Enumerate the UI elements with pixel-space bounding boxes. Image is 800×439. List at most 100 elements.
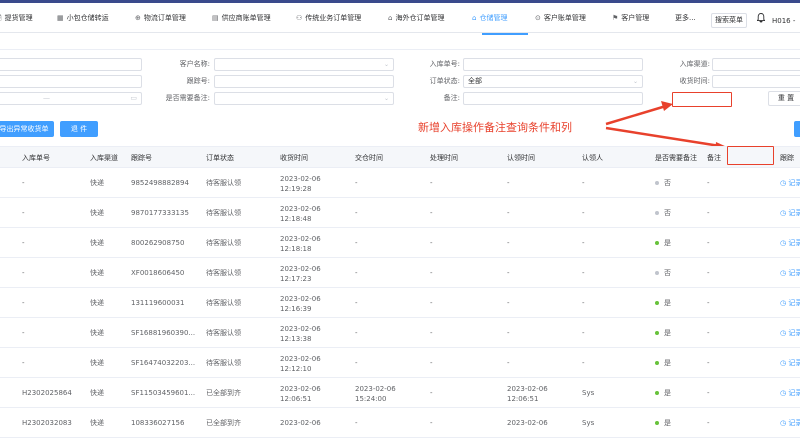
cell-inbound-no: -	[22, 209, 25, 217]
col-process-time[interactable]: 处理时间	[430, 147, 458, 169]
table-row[interactable]: - 快递 XF0018606450 待客服认领 2023-02-06 12:17:23 - -…	[0, 258, 800, 288]
inbound-no-label: 入库单号:	[429, 60, 460, 68]
cell-inbound-no: -	[22, 269, 25, 277]
status-dot-icon	[655, 241, 659, 245]
cell-process-time: -	[430, 209, 433, 217]
nav-item-customer-bills[interactable]: ⊙ 客户账单管理	[535, 3, 586, 33]
track-record-link[interactable]: ◷ 记录	[780, 348, 800, 378]
cell-need-remark: 是	[655, 288, 671, 318]
inbound-no-input[interactable]	[463, 58, 643, 71]
track-record-link[interactable]: ◷ 记录	[780, 378, 800, 408]
customer-name-label: 客户名称:	[179, 60, 210, 68]
cell-order-status: 已全部到齐	[206, 389, 241, 397]
track-record-label: 记录	[788, 209, 800, 217]
nav-item-pickup[interactable]: 🗎提货管理	[0, 3, 33, 33]
col-remark[interactable]: 备注	[707, 147, 721, 169]
order-status-select[interactable]: 全部 ⌄	[463, 75, 643, 88]
need-remark-text: 否	[664, 179, 671, 187]
user-menu[interactable]: H016 -	[772, 6, 795, 36]
need-remark-text: 是	[664, 389, 671, 397]
cell-inbound-channel: 快递	[90, 359, 104, 367]
cell-tracking-no: SF16881960390...	[131, 329, 196, 337]
nav-item-more[interactable]: 更多...	[675, 3, 696, 33]
cell-inbound-channel: 快递	[90, 209, 104, 217]
cell-tracking-no: 800262908750	[131, 239, 185, 247]
col-claim-time[interactable]: 认领时间	[507, 147, 535, 169]
track-record-link[interactable]: ◷ 记录	[780, 408, 800, 438]
track-record-link[interactable]: ◷ 记录	[780, 258, 800, 288]
cell-inbound-channel: 快递	[90, 269, 104, 277]
track-record-link[interactable]: ◷ 记录	[780, 168, 800, 198]
cell-receive-time-clock: 12:18:18	[280, 245, 312, 253]
org-chart-icon: ⚇	[296, 14, 303, 22]
col-inbound-channel[interactable]: 入库渠道	[90, 147, 118, 169]
return-button[interactable]: 退 件	[60, 121, 98, 137]
col-track[interactable]: 跟踪	[780, 147, 794, 169]
table-row[interactable]: - 快递 SF16474032203... 待客服认领 2023-02-06 12:12:…	[0, 348, 800, 378]
need-remark-select[interactable]: ⌄	[214, 92, 394, 105]
col-tracking-no[interactable]: 跟踪号	[131, 147, 152, 169]
cell-remark: -	[707, 389, 710, 397]
status-dot-icon	[655, 391, 659, 395]
nav-item-customers[interactable]: ⚑ 客户管理	[612, 3, 649, 33]
inbound-channel-select[interactable]	[712, 58, 800, 71]
status-dot-icon	[655, 301, 659, 305]
top-navbar: 🗎提货管理 ▦小包仓储转运 ⊕物流订单管理 ▤供应商账单管理 ⚇传统业务订单管理…	[0, 3, 800, 36]
cell-receive-time: 2023-02-06 12:17:23	[280, 264, 321, 284]
right-edge-button[interactable]	[794, 121, 800, 137]
col-inbound-no[interactable]: 入库单号	[22, 147, 50, 169]
cell-receive-time: 2023-02-06	[280, 419, 321, 427]
table-row[interactable]: - 快递 9852498882894 待客服认领 2023-02-06 12:19:28 -…	[0, 168, 800, 198]
track-record-link[interactable]: ◷ 记录	[780, 318, 800, 348]
cell-remark: -	[707, 239, 710, 247]
cell-need-remark: 否	[655, 258, 671, 288]
export-abnormal-button[interactable]: 导出异常收货单	[0, 121, 54, 137]
col-need-remark[interactable]: 是否需要备注	[655, 147, 697, 169]
cell-receive-time-date: 2023-02-06	[280, 175, 321, 183]
remark-input[interactable]	[463, 92, 643, 105]
nav-item-supplier-bills[interactable]: ▤ 供应商账单管理	[212, 3, 271, 33]
cell-claimer: Sys	[582, 419, 595, 427]
order-status-label: 订单状态:	[429, 77, 460, 85]
cell-receive-time-date: 2023-02-06	[280, 235, 321, 243]
cell-inbound-channel: 快递	[90, 389, 104, 397]
track-record-link[interactable]: ◷ 记录	[780, 228, 800, 258]
document-icon: 🗎	[0, 3, 2, 33]
cell-inbound-no: -	[22, 239, 25, 247]
nav-item-overseas-orders[interactable]: ⌂ 海外仓订单管理	[388, 3, 444, 33]
calendar-icon: ▭	[130, 94, 137, 102]
status-dot-icon	[655, 181, 659, 185]
table-row[interactable]: - 快递 9870177333135 待客服认领 2023-02-06 12:18:48 -…	[0, 198, 800, 228]
cell-remark: -	[707, 179, 710, 187]
receive-time-picker[interactable]	[712, 75, 800, 88]
col-claimer[interactable]: 认领人	[582, 147, 603, 169]
table-row[interactable]: - 快递 SF16881960390... 待客服认领 2023-02-06 12:13:…	[0, 318, 800, 348]
receive-time-label: 收货时间:	[679, 77, 710, 85]
col-receive-time[interactable]: 收货时间	[280, 147, 308, 169]
track-record-link[interactable]: ◷ 记录	[780, 288, 800, 318]
search-menu-button[interactable]: 搜索菜单	[711, 13, 747, 28]
cell-handover-time: 2023-02-06 15:24:00	[355, 384, 396, 404]
reset-button[interactable]: 重 置	[768, 91, 800, 106]
need-remark-text: 否	[664, 209, 671, 217]
left-filter-input-1[interactable]	[0, 58, 142, 71]
date-range-picker[interactable]: — ▭	[0, 92, 142, 105]
nav-item-warehouse[interactable]: ⌂ 仓储管理	[472, 3, 507, 33]
track-record-link[interactable]: ◷ 记录	[780, 198, 800, 228]
col-handover-time[interactable]: 交仓时间	[355, 147, 383, 169]
tracking-no-input[interactable]	[214, 75, 394, 88]
table-row[interactable]: H2302032083 快递 108336027156 已全部到齐 2023-02-06…	[0, 408, 800, 438]
table-row[interactable]: - 快递 131119600031 待客服认领 2023-02-06 12:16:39 - -…	[0, 288, 800, 318]
customer-name-select[interactable]: ⌄	[214, 58, 394, 71]
nav-item-traditional-orders[interactable]: ⚇ 传统业务订单管理	[296, 3, 361, 33]
table-row[interactable]: - 快递 800262908750 待客服认领 2023-02-06 12:18:18 - -…	[0, 228, 800, 258]
nav-item-logistics-orders[interactable]: ⊕ 物流订单管理	[135, 3, 186, 33]
left-filter-input-2[interactable]	[0, 75, 142, 88]
cell-inbound-no: -	[22, 359, 25, 367]
cell-inbound-channel: 快递	[90, 239, 104, 247]
col-order-status[interactable]: 订单状态	[206, 147, 234, 169]
bell-icon[interactable]	[756, 13, 766, 25]
table-row[interactable]: H2302025864 快递 SF11503459601... 已全部到齐 2023-0…	[0, 378, 800, 408]
nav-item-small-package[interactable]: ▦ 小包仓储转运	[57, 3, 109, 33]
need-remark-text: 是	[664, 419, 671, 427]
